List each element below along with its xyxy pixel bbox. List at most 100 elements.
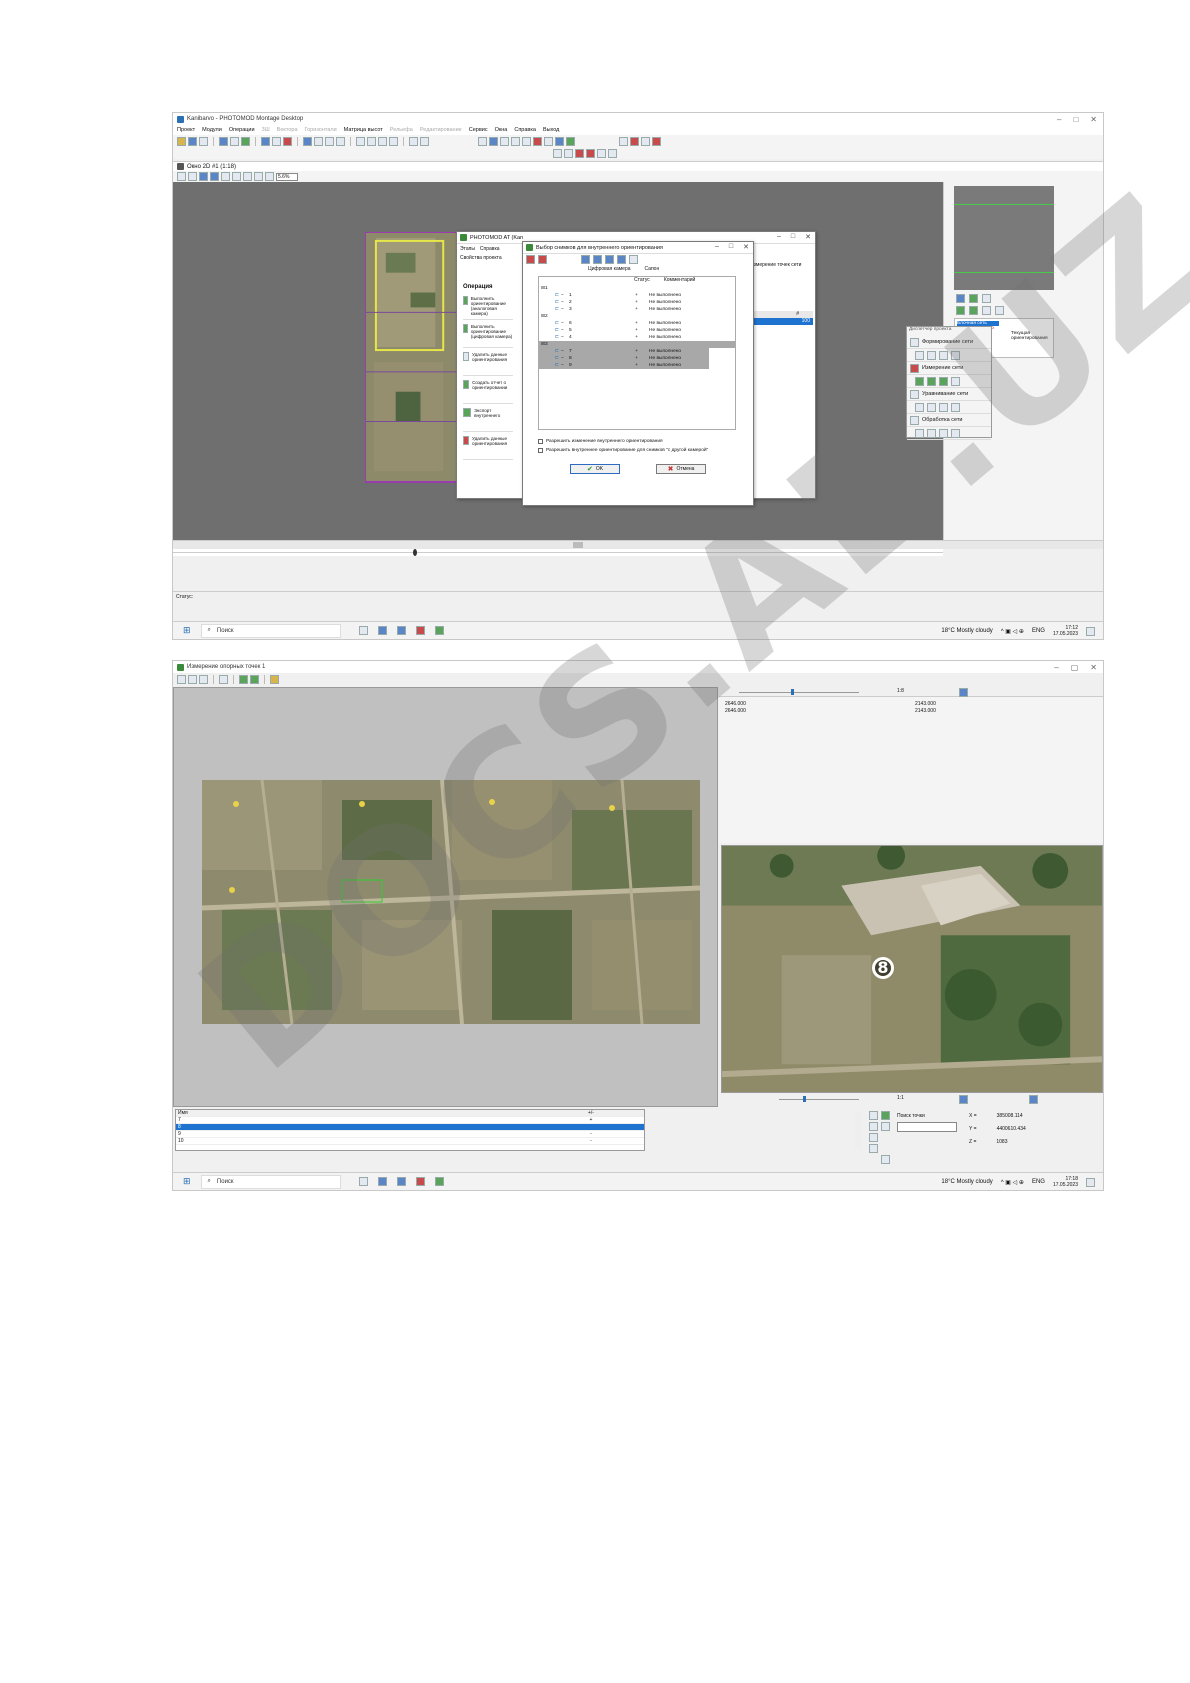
image-b-icon[interactable] [250, 674, 259, 684]
manager-tool-icon[interactable] [927, 428, 936, 438]
manager-item[interactable]: Обработка сети [907, 414, 991, 427]
uncheck-all-icon[interactable] [538, 255, 547, 264]
filter-d-icon[interactable] [617, 255, 626, 264]
tree-group[interactable]: ⊟ 2 [539, 313, 735, 320]
manager-item[interactable]: Формирование сети [907, 336, 991, 349]
maximize-icon[interactable]: □ [729, 243, 733, 251]
manager-tool-icon[interactable] [939, 402, 948, 412]
menu-help[interactable]: Справка [480, 246, 500, 252]
manager-tool-icon[interactable] [951, 402, 960, 412]
aerial-image[interactable] [202, 780, 700, 1024]
collapse-icon[interactable] [629, 255, 638, 264]
layers-icon[interactable] [177, 172, 186, 181]
marker-icon[interactable] [533, 136, 542, 146]
operation-item[interactable]: Выполнить ориентирование (цифровая камер… [463, 324, 513, 348]
weather-text[interactable]: 18°C Mostly cloudy [941, 628, 992, 634]
tool-h-icon[interactable] [586, 148, 595, 158]
open-project-icon[interactable] [177, 136, 186, 146]
tool-j-icon[interactable] [608, 148, 617, 158]
info-icon[interactable] [982, 294, 991, 303]
next-icon[interactable] [199, 674, 208, 684]
maximize-icon[interactable]: □ [791, 233, 795, 241]
clock[interactable]: 17:18 17.05.2023 [1053, 1176, 1078, 1188]
home-icon[interactable] [478, 136, 487, 146]
menu-item[interactable]: Выход [543, 127, 559, 133]
table-row[interactable]: 9- [176, 1131, 644, 1138]
menu-item[interactable]: Матрица высот [344, 127, 383, 133]
option-other-camera[interactable]: Разрешить внутреннее ориентирование для … [538, 448, 708, 453]
filter-c-icon[interactable] [605, 255, 614, 264]
zoom-mode-icon[interactable] [959, 1095, 968, 1104]
close-icon[interactable]: ✕ [805, 233, 811, 241]
overview-map[interactable] [954, 186, 1054, 290]
sync-icon[interactable] [1029, 1095, 1038, 1104]
manager-tool-icon[interactable] [915, 376, 924, 386]
minimize-icon[interactable]: – [1054, 663, 1058, 672]
menu-item[interactable]: Рельефа [390, 127, 413, 133]
tree-item[interactable]: ⊏ –4 + Не выполнено [539, 334, 735, 341]
filter-a-icon[interactable] [581, 255, 590, 264]
tool-c-icon[interactable] [378, 136, 387, 146]
taskbar-search[interactable]: ⌕ Поиск [200, 623, 341, 638]
taskbar-search[interactable]: ⌕ Поиск [200, 1174, 341, 1189]
language-indicator[interactable]: ENG [1032, 628, 1045, 634]
operation-item[interactable]: Удалить данные ориентирования [463, 436, 513, 460]
down-icon[interactable] [969, 306, 978, 315]
panel-c-icon[interactable] [641, 136, 650, 146]
tree-group[interactable]: ⊟ 3 [539, 341, 735, 348]
chrome-icon[interactable] [415, 1177, 425, 1186]
manager-tool-icon[interactable] [915, 428, 924, 438]
manager-tool-icon[interactable] [939, 350, 948, 360]
manager-tool-icon[interactable] [951, 350, 960, 360]
tree-item[interactable]: ⊏ –9 + Не выполнено [539, 362, 709, 369]
menu-item[interactable]: Проект [177, 127, 195, 133]
image-tree[interactable]: Статус Комментарий ⊟ 1 ⊏ –1 + Не выполнено ⊏ –… [538, 276, 736, 430]
zoom-input[interactable]: 5.6% [276, 172, 298, 181]
panel-b-icon[interactable] [630, 136, 639, 146]
table-scrollbar[interactable] [855, 1111, 861, 1149]
tool-e-icon[interactable] [553, 148, 562, 158]
trash-icon[interactable] [995, 306, 1004, 315]
word-icon[interactable] [396, 1177, 406, 1186]
zoom-fit-icon[interactable] [254, 172, 263, 181]
tool-a-icon[interactable] [356, 136, 365, 146]
tool-b-icon[interactable] [367, 136, 376, 146]
tree-item[interactable]: ⊏ –1 + Не выполнено [539, 292, 735, 299]
minimize-icon[interactable]: – [777, 233, 781, 241]
horizontal-scrollbar[interactable] [173, 540, 1103, 549]
grid-icon[interactable] [409, 136, 418, 146]
add-point-icon[interactable] [869, 1111, 878, 1120]
image-a-icon[interactable] [239, 674, 248, 684]
network-icon[interactable] [489, 136, 498, 146]
menu-item[interactable]: Справка [514, 127, 536, 133]
ruler-icon[interactable] [199, 172, 208, 181]
grid-view-icon[interactable] [210, 172, 219, 181]
zoom-out-icon[interactable] [243, 172, 252, 181]
zoom-slider-handle[interactable] [791, 689, 794, 695]
tool-i-icon[interactable] [597, 148, 606, 158]
minimize-icon[interactable]: – [715, 243, 719, 251]
photomod-icon[interactable] [434, 626, 444, 635]
filter-b-icon[interactable] [593, 255, 602, 264]
window-3d-icon[interactable] [230, 136, 239, 146]
operation-item[interactable]: Создать отчет о ориентировании [463, 380, 513, 404]
refresh-icon[interactable] [241, 136, 250, 146]
notifications-icon[interactable] [1086, 1177, 1095, 1187]
zoom-mode-icon[interactable] [959, 688, 968, 697]
operation-item[interactable]: Экспорт внутреннего [463, 408, 513, 432]
manager-tool-icon[interactable] [939, 428, 948, 438]
menu-item[interactable]: Операции [229, 127, 255, 133]
zoom-slider-handle[interactable] [803, 1096, 806, 1102]
manager-tool-icon[interactable] [927, 350, 936, 360]
ok-button[interactable]: ✔ OK [570, 464, 620, 474]
grid2-icon[interactable] [420, 136, 429, 146]
edge-icon[interactable] [377, 1177, 387, 1186]
menu-item[interactable]: Сервис [469, 127, 488, 133]
layer3-icon[interactable] [325, 136, 334, 146]
windows-start-icon[interactable]: ⊞ [183, 1176, 191, 1187]
check-icon[interactable] [566, 136, 575, 146]
table-row[interactable]: 7 + [176, 1117, 644, 1124]
option-allow-change[interactable]: Разрешить изменение внутреннего ориентир… [538, 439, 663, 444]
prev-icon[interactable] [188, 674, 197, 684]
tree-item[interactable]: ⊏ –5 + Не выполнено [539, 327, 735, 334]
